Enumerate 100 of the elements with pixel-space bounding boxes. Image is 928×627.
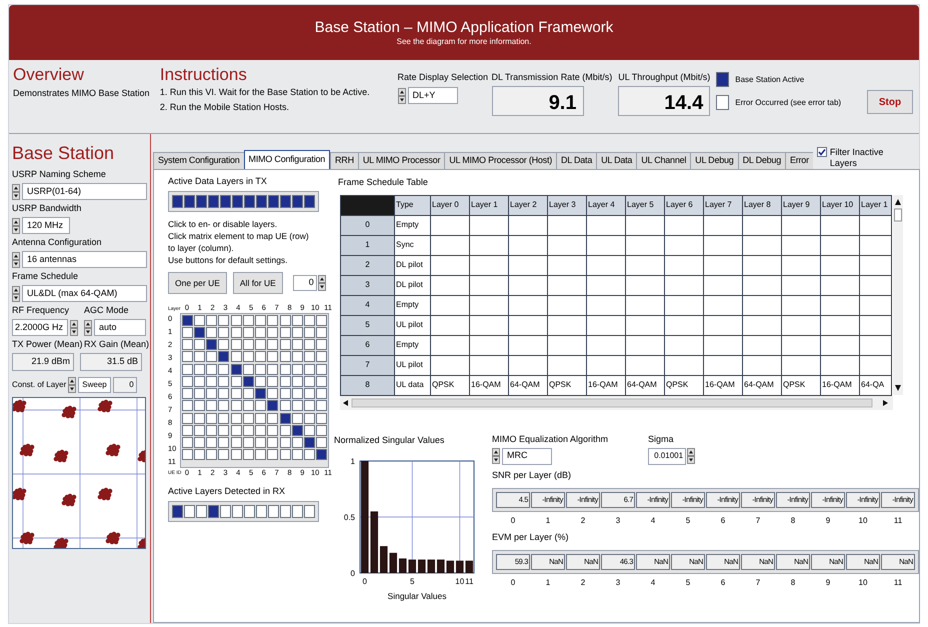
spinner-arrows-icon[interactable] xyxy=(70,320,78,336)
matrix-cell[interactable] xyxy=(243,364,254,374)
matrix-cell[interactable] xyxy=(304,388,315,398)
layer-led[interactable] xyxy=(292,195,303,208)
matrix-cell[interactable] xyxy=(218,448,229,460)
matrix-cell[interactable] xyxy=(194,314,205,326)
layer-led[interactable] xyxy=(244,195,255,208)
matrix-cell[interactable] xyxy=(267,436,278,448)
numeric-field[interactable]: 0.01001 xyxy=(648,448,686,464)
matrix-cell[interactable] xyxy=(182,338,193,350)
matrix-cell[interactable] xyxy=(316,326,327,338)
matrix-cell[interactable] xyxy=(280,314,291,326)
matrix-cell[interactable] xyxy=(255,436,266,448)
matrix-cell[interactable] xyxy=(255,412,266,424)
dropdown-field[interactable]: Sweep xyxy=(78,377,111,393)
matrix-cell[interactable] xyxy=(304,400,315,410)
frequency-field[interactable]: 2.2000G Hz xyxy=(12,319,68,336)
matrix-cell[interactable] xyxy=(206,388,217,398)
matrix-cell[interactable] xyxy=(231,364,242,374)
matrix-cell[interactable] xyxy=(218,400,229,410)
layer-led[interactable] xyxy=(256,195,267,208)
matrix-cell[interactable] xyxy=(206,412,217,424)
matrix-cell[interactable] xyxy=(280,326,291,338)
matrix-cell[interactable] xyxy=(280,338,291,350)
layer-led[interactable] xyxy=(220,195,231,208)
matrix-cell[interactable] xyxy=(243,436,254,448)
spinner-arrows-icon[interactable] xyxy=(398,88,406,104)
matrix-cell[interactable] xyxy=(316,350,327,362)
matrix-cell[interactable] xyxy=(194,400,205,410)
matrix-cell[interactable] xyxy=(218,364,229,374)
vertical-scrollbar[interactable] xyxy=(893,194,903,394)
matrix-cell[interactable] xyxy=(243,388,254,398)
dropdown-field[interactable]: MRC xyxy=(502,448,552,464)
matrix-cell[interactable] xyxy=(255,424,266,436)
matrix-cell[interactable] xyxy=(206,424,217,436)
matrix-cell[interactable] xyxy=(231,350,242,362)
layer-led[interactable] xyxy=(280,195,291,208)
matrix-cell[interactable] xyxy=(206,400,217,410)
matrix-cell[interactable] xyxy=(231,424,242,436)
stop-button[interactable]: Stop xyxy=(867,90,913,114)
tab[interactable]: UL Data xyxy=(596,152,636,169)
matrix-cell[interactable] xyxy=(243,412,254,424)
matrix-cell[interactable] xyxy=(267,400,278,410)
tab[interactable]: UL Channel xyxy=(636,152,690,169)
layer-led[interactable] xyxy=(304,505,315,518)
matrix-cell[interactable] xyxy=(267,424,278,436)
matrix-cell[interactable] xyxy=(316,448,327,460)
dropdown-field[interactable]: USRP(01-64) xyxy=(22,183,147,200)
layer-led[interactable] xyxy=(184,195,195,208)
matrix-cell[interactable] xyxy=(206,436,217,448)
matrix-cell[interactable] xyxy=(194,326,205,338)
matrix-cell[interactable] xyxy=(194,350,205,362)
matrix-cell[interactable] xyxy=(218,388,229,398)
matrix-cell[interactable] xyxy=(218,326,229,338)
layer-led[interactable] xyxy=(256,505,267,518)
matrix-cell[interactable] xyxy=(243,448,254,460)
matrix-cell[interactable] xyxy=(206,364,217,374)
spinner-arrows-icon[interactable] xyxy=(12,184,20,200)
matrix-cell[interactable] xyxy=(292,436,303,448)
matrix-cell[interactable] xyxy=(255,388,266,398)
matrix-cell[interactable] xyxy=(206,376,217,386)
matrix-cell[interactable] xyxy=(316,314,327,326)
matrix-cell[interactable] xyxy=(218,338,229,350)
matrix-cell[interactable] xyxy=(316,376,327,386)
matrix-cell[interactable] xyxy=(316,400,327,410)
tab[interactable]: DL Data xyxy=(556,152,596,169)
matrix-cell[interactable] xyxy=(218,376,229,386)
matrix-cell[interactable] xyxy=(218,314,229,326)
matrix-cell[interactable] xyxy=(243,424,254,436)
matrix-cell[interactable] xyxy=(206,350,217,362)
layer-led[interactable] xyxy=(220,505,231,518)
spinner-arrows-icon[interactable] xyxy=(84,320,92,336)
tab[interactable]: UL Debug xyxy=(690,152,738,169)
tab[interactable]: Error xyxy=(784,152,813,169)
matrix-cell[interactable] xyxy=(255,400,266,410)
matrix-cell[interactable] xyxy=(280,448,291,460)
matrix-cell[interactable] xyxy=(243,326,254,338)
matrix-cell[interactable] xyxy=(182,400,193,410)
matrix-cell[interactable] xyxy=(255,448,266,460)
matrix-cell[interactable] xyxy=(182,424,193,436)
matrix-cell[interactable] xyxy=(292,388,303,398)
layer-led[interactable] xyxy=(244,505,255,518)
matrix-cell[interactable] xyxy=(280,436,291,448)
matrix-cell[interactable] xyxy=(316,338,327,350)
matrix-cell[interactable] xyxy=(182,376,193,386)
layer-led[interactable] xyxy=(280,505,291,518)
tab[interactable]: UL MIMO Processor xyxy=(358,152,444,169)
matrix-cell[interactable] xyxy=(267,338,278,350)
matrix-cell[interactable] xyxy=(182,350,193,362)
matrix-cell[interactable] xyxy=(316,388,327,398)
matrix-cell[interactable] xyxy=(292,412,303,424)
matrix-cell[interactable] xyxy=(292,400,303,410)
matrix-cell[interactable] xyxy=(280,350,291,362)
matrix-cell[interactable] xyxy=(255,314,266,326)
layer-led[interactable] xyxy=(304,195,315,208)
matrix-cell[interactable] xyxy=(243,314,254,326)
layer-led[interactable] xyxy=(172,195,183,208)
matrix-cell[interactable] xyxy=(280,388,291,398)
matrix-cell[interactable] xyxy=(255,376,266,386)
matrix-cell[interactable] xyxy=(206,338,217,350)
